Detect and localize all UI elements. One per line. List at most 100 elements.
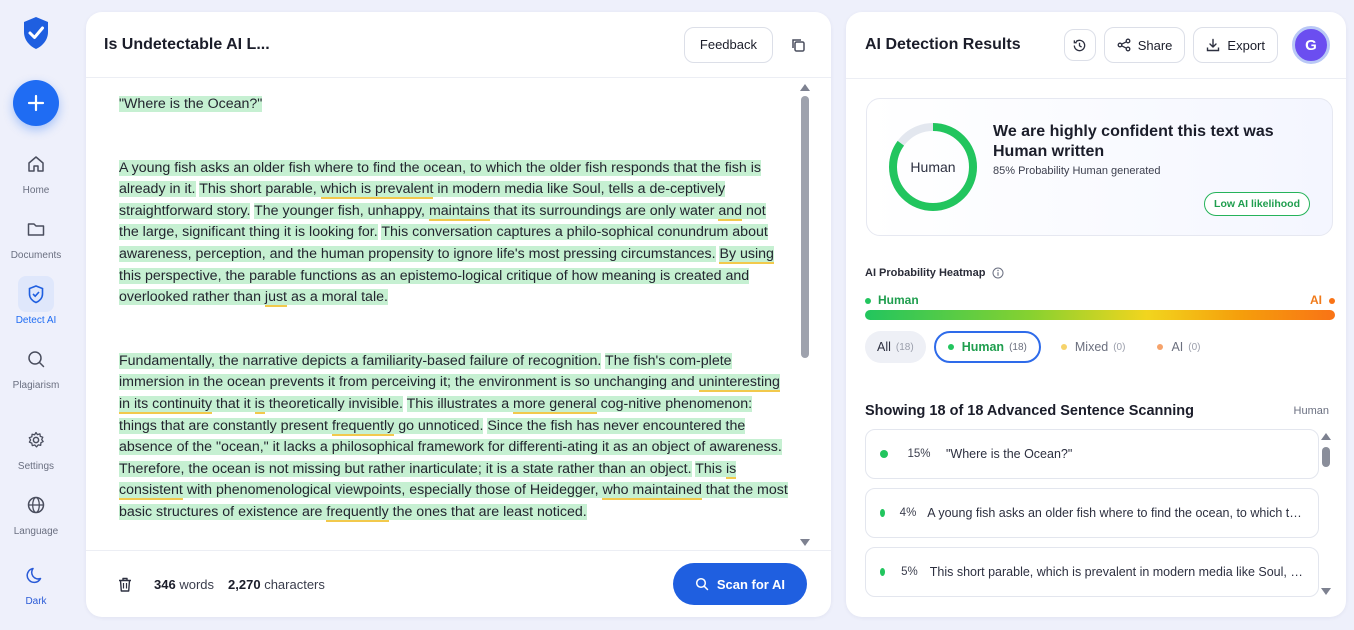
sidebar-item-label: Documents	[10, 250, 62, 261]
plus-icon	[27, 94, 45, 112]
filter-ai[interactable]: AI (0)	[1145, 331, 1212, 363]
human-dot-icon	[880, 568, 886, 576]
info-icon[interactable]	[992, 267, 1004, 279]
list-scrollbar-thumb[interactable]	[1322, 447, 1330, 467]
sentence-percent: 15%	[907, 448, 931, 460]
filter-all[interactable]: All (18)	[865, 331, 926, 363]
word-count: 346	[154, 576, 176, 592]
search-icon	[18, 341, 54, 377]
paragraph: A young fish asks an older fish where to…	[119, 159, 774, 308]
filter-mixed[interactable]: Mixed (0)	[1049, 331, 1138, 363]
filter-label: Mixed	[1074, 340, 1109, 354]
results-body: Human We are highly confident this text …	[846, 78, 1346, 617]
heatmap-ai-label: AI	[1310, 293, 1335, 307]
sentence-percent: 5%	[901, 566, 918, 578]
trash-button[interactable]	[118, 577, 132, 592]
filter-human[interactable]: Human (18)	[933, 331, 1041, 363]
results-title: AI Detection Results	[865, 36, 1021, 53]
heatmap-title: AI Probability Heatmap	[865, 267, 1004, 279]
sentence-text: A young fish asks an older fish where to…	[927, 506, 1304, 520]
sidebar-item-label: Home	[22, 185, 50, 196]
sentence-text: This short parable, which is prevalent i…	[929, 565, 1304, 579]
list-scroll-down-arrow[interactable]	[1321, 588, 1331, 595]
share-icon	[1117, 38, 1131, 52]
document-title[interactable]: Is Undetectable AI L...	[104, 36, 684, 54]
human-dot-icon	[880, 509, 885, 517]
gear-icon	[18, 422, 54, 458]
editor-panel: Is Undetectable AI L... Feedback "Where …	[86, 12, 831, 617]
copy-icon	[792, 38, 805, 52]
editor-header: Is Undetectable AI L... Feedback	[86, 12, 831, 78]
heatmap-gradient-bar	[865, 310, 1335, 320]
sidebar-item-label: Dark	[25, 596, 47, 607]
sentence-text: "Where is the Ocean?"	[946, 447, 1073, 461]
sentence-percent: 4%	[899, 507, 917, 519]
sidebar-item-home[interactable]: Home	[0, 146, 72, 196]
scroll-up-arrow[interactable]	[800, 84, 810, 91]
human-dot-icon	[880, 450, 888, 458]
filter-count: (18)	[1009, 341, 1027, 353]
sidebar-item-label: Plagiarism	[12, 380, 60, 391]
filter-label: AI	[1171, 340, 1184, 354]
feedback-button[interactable]: Feedback	[683, 26, 773, 63]
heatmap-right-text: AI	[1310, 293, 1322, 307]
sidebar: Home Documents Detect AI Plagiarism Sett…	[0, 0, 72, 630]
share-button[interactable]: Share	[1103, 27, 1186, 63]
sentence-item[interactable]: 5% This short parable, which is prevalen…	[865, 547, 1319, 597]
sidebar-item-documents[interactable]: Documents	[0, 211, 72, 261]
filter-label: All	[877, 340, 891, 354]
editor-footer: 346 words 2,270 characters Scan for AI	[86, 550, 831, 617]
sidebar-item-dark-mode[interactable]: Dark	[0, 557, 72, 607]
human-dot-icon	[865, 297, 871, 304]
filter-label: Human	[961, 340, 1005, 354]
export-button[interactable]: Export	[1193, 27, 1278, 63]
word-count-label: words	[179, 576, 215, 592]
sentence-list: 15% "Where is the Ocean?" 4% A young fis…	[865, 429, 1319, 606]
heatmap-human-label: Human	[865, 293, 919, 307]
verdict-subtitle: 85% Probability Human generated	[993, 165, 1161, 177]
paragraph: "Where is the Ocean?"	[119, 96, 263, 112]
export-label: Export	[1227, 37, 1265, 53]
char-count: 2,270	[228, 576, 261, 592]
editor-scrollbar-thumb[interactable]	[801, 96, 809, 358]
sidebar-item-label: Detect AI	[15, 315, 57, 326]
folder-icon	[18, 211, 54, 247]
sentence-item[interactable]: 4% A young fish asks an older fish where…	[865, 488, 1319, 538]
heatmap-left-text: Human	[878, 293, 919, 307]
history-button[interactable]	[1063, 29, 1096, 61]
sentence-scan-sort[interactable]: Human	[1294, 405, 1329, 417]
globe-icon	[18, 487, 54, 523]
human-dot-icon	[947, 344, 954, 350]
sidebar-item-detect-ai[interactable]: Detect AI	[0, 276, 72, 326]
search-icon	[695, 577, 709, 591]
moon-icon	[18, 557, 54, 593]
heatmap-title-text: AI Probability Heatmap	[865, 267, 986, 279]
sidebar-item-settings[interactable]: Settings	[0, 422, 72, 472]
filter-chips: All (18) Human (18) Mixed (0) AI (0)	[865, 331, 1221, 363]
copy-button[interactable]	[783, 30, 813, 60]
download-icon	[1207, 38, 1220, 52]
results-panel: AI Detection Results Share Export G Huma…	[846, 12, 1346, 617]
filter-count: (0)	[1188, 341, 1201, 353]
scroll-down-arrow[interactable]	[800, 539, 810, 546]
new-document-button[interactable]	[13, 80, 59, 126]
user-avatar[interactable]: G	[1292, 26, 1330, 64]
sidebar-item-plagiarism[interactable]: Plagiarism	[0, 341, 72, 391]
verdict-headline: We are highly confident this text was Hu…	[993, 123, 1274, 160]
sidebar-item-label: Language	[13, 526, 59, 537]
sentence-item[interactable]: 15% "Where is the Ocean?"	[865, 429, 1319, 479]
document-text[interactable]: "Where is the Ocean?" A young fish asks …	[119, 94, 789, 550]
char-count-label: characters	[264, 576, 325, 592]
scan-for-ai-button[interactable]: Scan for AI	[672, 563, 807, 605]
home-icon	[18, 146, 54, 182]
sidebar-item-language[interactable]: Language	[0, 487, 72, 537]
shield-logo-icon[interactable]	[22, 16, 50, 50]
verdict-card: Human We are highly confident this text …	[866, 98, 1333, 236]
paragraph: Fundamentally, the narrative depicts a f…	[119, 352, 788, 522]
ai-likelihood-badge: Low AI likelihood	[1204, 192, 1310, 216]
mixed-dot-icon	[1060, 344, 1067, 350]
shield-check-icon	[18, 276, 54, 312]
list-scroll-up-arrow[interactable]	[1321, 433, 1331, 440]
text-editor[interactable]: "Where is the Ocean?" A young fish asks …	[86, 78, 831, 550]
filter-count: (0)	[1113, 341, 1126, 353]
